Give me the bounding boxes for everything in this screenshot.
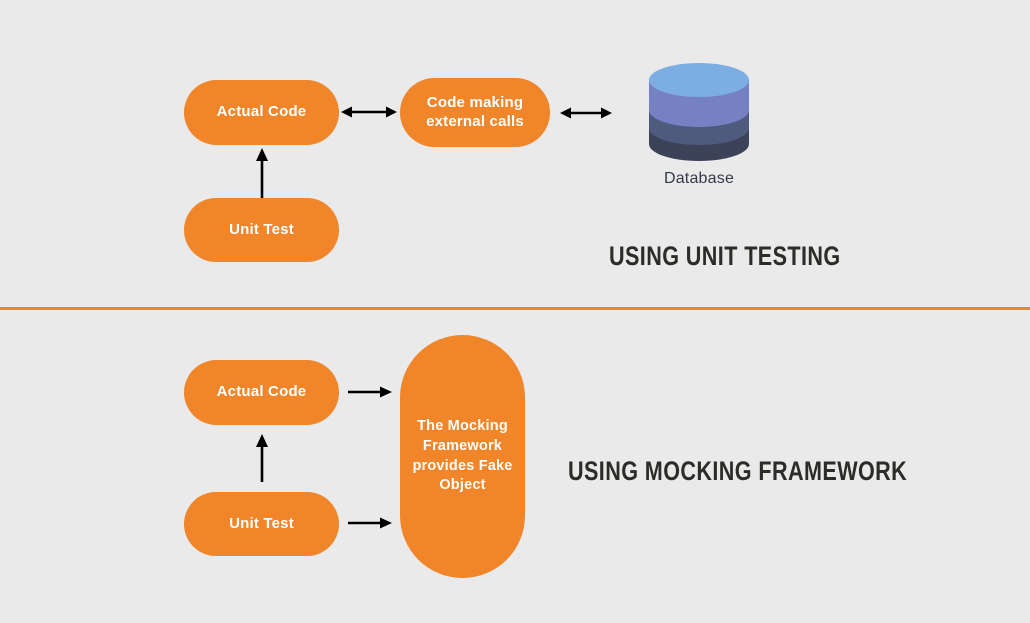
node-label: Code making external calls bbox=[426, 94, 524, 132]
node-code-making-external-calls: Code making external calls bbox=[400, 78, 550, 147]
node-label: Actual Code bbox=[216, 103, 307, 121]
node-label: Actual Code bbox=[216, 383, 307, 401]
section-title-mocking-framework: USING MOCKING FRAMEWORK bbox=[568, 456, 908, 486]
node-label-line3: provides Fake bbox=[412, 457, 513, 474]
node-unit-test-bottom: Unit Test bbox=[184, 492, 339, 556]
node-label: Unit Test bbox=[229, 514, 294, 532]
diagram-canvas: Actual Code Code making external calls D… bbox=[0, 0, 1030, 623]
arrow-unit-test-to-mock bbox=[348, 514, 392, 532]
database-graphic: Database bbox=[648, 58, 750, 190]
node-label-line1: The Mocking bbox=[417, 418, 508, 435]
section-divider bbox=[0, 307, 1030, 310]
node-label-line4: Object bbox=[439, 477, 486, 494]
node-label-line2: Framework bbox=[422, 437, 503, 454]
node-label-line2: external calls bbox=[426, 112, 524, 130]
node-unit-test-top: Unit Test bbox=[184, 198, 339, 262]
arrow-unit-test-to-actual-code-bottom bbox=[252, 434, 272, 482]
database-label: Database bbox=[663, 170, 735, 187]
node-label: The Mocking Framework provides Fake Obje… bbox=[412, 417, 512, 495]
arrow-external-calls-to-database bbox=[560, 104, 612, 122]
node-label-line1: Code making bbox=[426, 93, 524, 111]
database-cylinder-icon bbox=[649, 63, 749, 161]
node-actual-code-bottom: Actual Code bbox=[184, 360, 339, 425]
arrow-actual-code-to-mock bbox=[348, 383, 392, 401]
node-mocking-framework: The Mocking Framework provides Fake Obje… bbox=[400, 335, 525, 578]
arrow-actual-code-to-external-calls bbox=[341, 103, 397, 121]
arrow-unit-test-to-actual-code bbox=[252, 148, 272, 198]
node-actual-code-top: Actual Code bbox=[184, 80, 339, 145]
section-title-unit-testing: USING UNIT TESTING bbox=[609, 241, 841, 271]
node-label: Unit Test bbox=[229, 220, 294, 238]
